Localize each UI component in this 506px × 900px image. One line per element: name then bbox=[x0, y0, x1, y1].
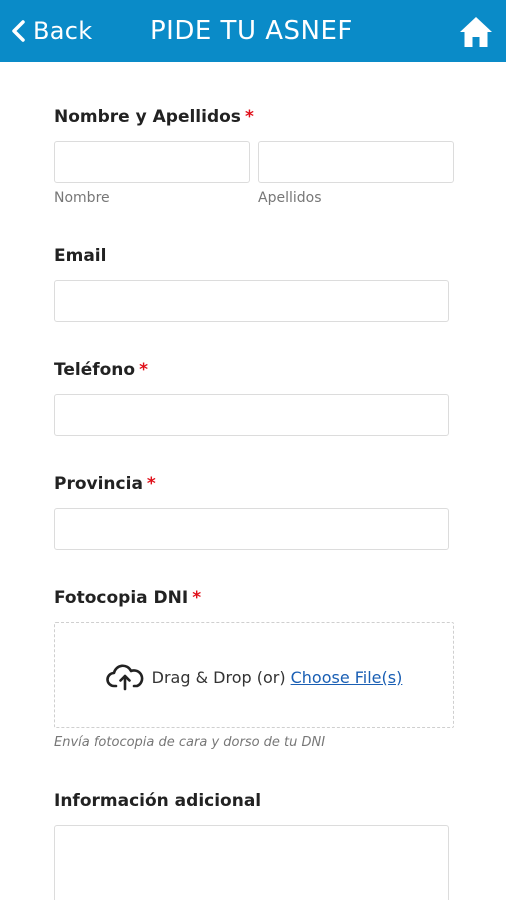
required-marker: * bbox=[139, 360, 148, 380]
top-app-bar: Back PIDE TU ASNEF bbox=[0, 0, 506, 62]
cloud-upload-icon bbox=[105, 664, 144, 691]
back-label: Back bbox=[33, 17, 93, 45]
dropzone-text: Drag & Drop (or) bbox=[151, 667, 286, 687]
first-name-sublabel: Nombre bbox=[54, 190, 110, 206]
home-icon bbox=[460, 17, 492, 47]
required-marker: * bbox=[146, 474, 156, 494]
choose-files-link[interactable]: Choose File(s) bbox=[291, 668, 403, 687]
email-label: Email bbox=[54, 246, 107, 266]
home-button[interactable] bbox=[458, 14, 494, 50]
dni-hint: Envía fotocopia de cara y dorso de tu DN… bbox=[54, 735, 326, 750]
last-name-input[interactable] bbox=[258, 141, 454, 183]
phone-label: Teléfono * bbox=[54, 360, 148, 380]
file-dropzone[interactable]: Drag & Drop (or) Choose File(s) bbox=[54, 622, 454, 728]
last-name-sublabel: Apellidos bbox=[258, 190, 322, 206]
required-marker: * bbox=[192, 588, 202, 608]
page-title: PIDE TU ASNEF bbox=[150, 16, 353, 46]
phone-input[interactable] bbox=[54, 394, 449, 436]
back-button[interactable]: Back bbox=[10, 14, 92, 48]
province-label: Provincia * bbox=[54, 474, 156, 494]
dni-label: Fotocopia DNI * bbox=[54, 588, 202, 608]
name-label: Nombre y Apellidos * bbox=[54, 107, 254, 127]
additional-info-label: Información adicional bbox=[54, 791, 262, 811]
email-input[interactable] bbox=[54, 280, 449, 322]
first-name-input[interactable] bbox=[54, 141, 250, 183]
required-marker: * bbox=[244, 107, 254, 127]
dropzone-content: Drag & Drop (or) Choose File(s) bbox=[55, 663, 453, 691]
chevron-left-icon bbox=[12, 20, 25, 42]
province-input[interactable] bbox=[54, 508, 449, 550]
additional-info-textarea[interactable] bbox=[54, 825, 449, 900]
